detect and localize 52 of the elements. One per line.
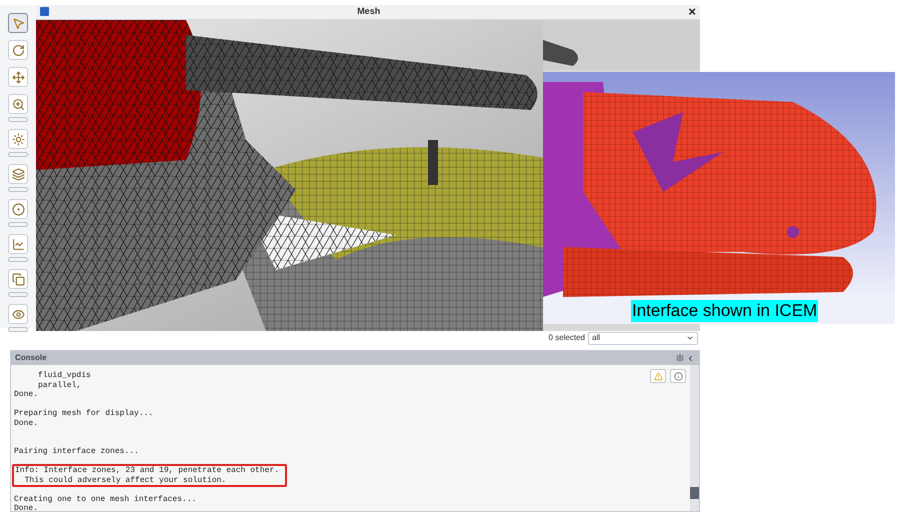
- info-button[interactable]: [670, 369, 686, 383]
- scrollbar-thumb[interactable]: [690, 487, 699, 499]
- copy-icon: [12, 272, 24, 286]
- toolbar-handle[interactable]: [8, 187, 28, 192]
- sun-icon: [12, 132, 24, 146]
- circle-icon: [12, 202, 24, 216]
- toolbar-handle[interactable]: [8, 292, 28, 297]
- tool-button[interactable]: [8, 13, 28, 33]
- tool-button[interactable]: [8, 67, 28, 87]
- console-line: Info: Interface zones, 23 and 19, penetrate each other.: [15, 466, 280, 476]
- console-line: Creating one to one mesh interfaces...: [14, 494, 196, 504]
- window-title: Mesh: [356, 5, 382, 18]
- settings-icon[interactable]: [676, 354, 684, 362]
- tool-button[interactable]: [8, 40, 28, 60]
- tool-button[interactable]: [8, 269, 28, 289]
- toolbar-handle[interactable]: [8, 117, 28, 122]
- eye-icon: [12, 308, 24, 320]
- close-button[interactable]: ×: [688, 5, 696, 18]
- rotate-icon: [12, 44, 24, 56]
- console-line: Done.: [14, 418, 38, 428]
- move-icon: [12, 70, 24, 84]
- app-icon: [40, 7, 49, 16]
- console-line: parallel,: [37, 380, 82, 390]
- tool-button[interactable]: [8, 304, 28, 324]
- tool-button[interactable]: [8, 199, 28, 219]
- chart-icon: [12, 238, 24, 250]
- console-line: Done.: [14, 504, 38, 511]
- tool-button[interactable]: [8, 234, 28, 254]
- pointer-icon: [12, 16, 24, 30]
- selected-count: 0 selected: [548, 332, 585, 344]
- console-line: Preparing mesh for display...: [14, 409, 154, 418]
- tool-button[interactable]: [8, 94, 28, 114]
- info-icon: [674, 372, 682, 380]
- caption: Interface shown in ICEM: [631, 300, 818, 322]
- warning-icon: [654, 372, 662, 380]
- filter-dropdown[interactable]: all: [588, 332, 698, 344]
- console-line: This could adversely affect your solution.: [24, 476, 226, 485]
- toolbar-handle[interactable]: [8, 257, 28, 262]
- caret-icon: [686, 334, 694, 342]
- toolbar-handle[interactable]: [8, 152, 28, 157]
- scrollbar[interactable]: [690, 365, 699, 511]
- zoom-icon: [12, 98, 24, 110]
- collapse-icon[interactable]: [686, 354, 695, 362]
- toolbar-handle[interactable]: [8, 222, 28, 227]
- toolbar-handle[interactable]: [8, 327, 28, 332]
- console-line: fluid_vpdis: [37, 371, 91, 380]
- tool-button[interactable]: [8, 129, 28, 149]
- layers-icon: [12, 168, 24, 180]
- tool-button[interactable]: [8, 164, 28, 184]
- console-title: Console: [15, 352, 47, 364]
- console-line: Done.: [14, 390, 38, 400]
- console-line: Pairing interface zones...: [14, 447, 139, 456]
